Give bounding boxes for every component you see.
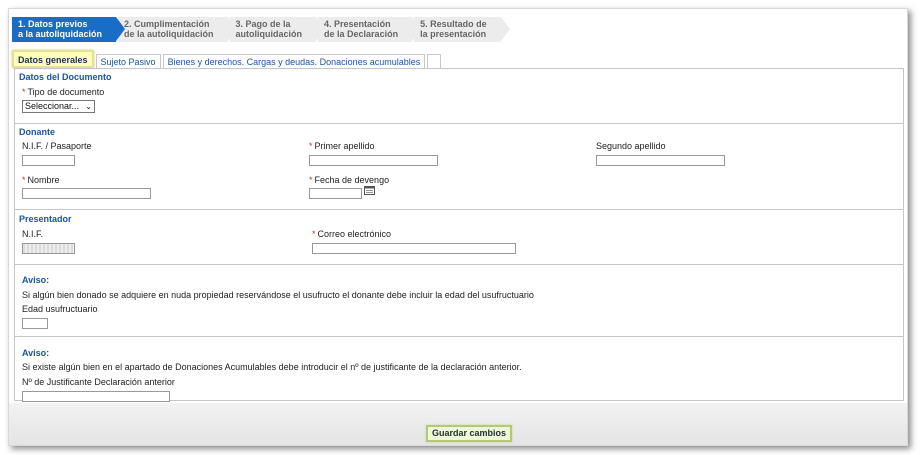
aviso-1-title: Aviso: <box>22 275 50 285</box>
step-5[interactable]: 5. Resultado de la presentación <box>414 17 510 42</box>
tipo-documento-select[interactable]: Seleccionar... ⌄ <box>22 100 95 113</box>
tipo-documento-text: Tipo de documento <box>27 87 105 97</box>
tab-bar: Datos generales Sujeto Pasivo Bienes y d… <box>12 50 443 68</box>
required-mark: * <box>312 229 316 239</box>
step-4-line1: 4. Presentación <box>324 19 391 29</box>
primer-apellido-label: * Primer apellido <box>309 141 375 151</box>
fecha-devengo-label: * Fecha de devengo <box>309 175 389 185</box>
fecha-devengo-text: Fecha de devengo <box>314 175 390 185</box>
form-area: Datos del Documento * Tipo de documento S… <box>14 68 904 402</box>
nombre-text: Nombre <box>27 175 60 185</box>
step-3-line1: 3. Pago de la <box>235 19 291 29</box>
section-title-donante: Donante <box>19 127 55 137</box>
correo-electronico-label: * Correo electrónico <box>312 229 391 239</box>
primer-apellido-input[interactable] <box>309 155 438 166</box>
aviso-1-text: Si algún bien donado se adquiere en nuda… <box>22 290 534 300</box>
aviso-2-title: Aviso: <box>22 348 50 358</box>
section-documento: Datos del Documento * Tipo de documento S… <box>15 69 903 124</box>
tipo-documento-value: Seleccionar... <box>25 101 80 111</box>
calendar-icon[interactable] <box>364 186 375 195</box>
required-mark: * <box>22 175 26 185</box>
nif-pasaporte-label: N.I.F. / Pasaporte <box>22 141 92 151</box>
required-mark: * <box>309 141 313 151</box>
step-1[interactable]: 1. Datos previos a la autoliquidación <box>12 17 126 42</box>
primer-apellido-text: Primer apellido <box>314 141 375 151</box>
edad-usufructuario-label: Edad usufructuario <box>22 304 98 314</box>
section-donante: Donante N.I.F. / Pasaporte * Primer apell… <box>15 124 903 210</box>
form-window: 1. Datos previos a la autoliquidación 2.… <box>8 8 908 446</box>
required-mark: * <box>22 87 26 97</box>
edad-usufructuario-input[interactable] <box>22 318 48 329</box>
step-2-line2: de la autoliquidación <box>124 29 214 39</box>
tab-sujeto-pasivo[interactable]: Sujeto Pasivo <box>95 54 161 68</box>
step-2-line1: 2. Cumplimentación <box>124 19 210 29</box>
step-4[interactable]: 4. Presentación de la Declaración <box>318 17 422 42</box>
correo-electronico-input[interactable] <box>312 243 516 254</box>
chevron-down-icon: ⌄ <box>85 102 92 111</box>
save-button[interactable]: Guardar cambios <box>426 425 513 442</box>
tipo-documento-label: * Tipo de documento <box>22 87 104 97</box>
wizard-steps: 1. Datos previos a la autoliquidación 2.… <box>12 17 510 42</box>
segundo-apellido-label: Segundo apellido <box>596 141 666 151</box>
section-title-presentador: Presentador <box>19 214 72 224</box>
aviso-2-text: Si existe algún bien en el apartado de D… <box>22 362 522 372</box>
section-aviso-usufructo: Aviso: Si algún bien donado se adquiere … <box>15 265 903 337</box>
step-5-line1: 5. Resultado de <box>420 19 487 29</box>
presentador-nif-label: N.I.F. <box>22 229 44 239</box>
justificante-input[interactable] <box>22 391 170 402</box>
tab-empty[interactable] <box>427 54 442 68</box>
step-4-line2: de la Declaración <box>324 29 399 39</box>
nombre-input[interactable] <box>22 188 151 199</box>
nombre-label: * Nombre <box>22 175 60 185</box>
step-1-line2: a la autoliquidación <box>18 29 103 39</box>
section-aviso-justificante: Aviso: Si existe algún bien en el aparta… <box>15 337 903 402</box>
fecha-devengo-input[interactable] <box>309 188 362 199</box>
step-1-line1: 1. Datos previos <box>18 19 88 29</box>
segundo-apellido-input[interactable] <box>596 155 725 166</box>
step-3[interactable]: 3. Pago de la autoliquidación <box>229 17 325 42</box>
required-mark: * <box>309 175 313 185</box>
step-2[interactable]: 2. Cumplimentación de la autoliquidación <box>118 17 237 42</box>
justificante-label: Nº de Justificante Declaración anterior <box>22 377 175 387</box>
step-5-line2: la presentación <box>420 29 487 39</box>
nif-pasaporte-input[interactable] <box>22 155 75 166</box>
section-presentador: Presentador N.I.F. * Correo electrónico <box>15 210 903 265</box>
section-title-documento: Datos del Documento <box>19 72 112 82</box>
tab-bienes-derechos[interactable]: Bienes y derechos. Cargas y deudas. Dona… <box>162 54 426 68</box>
presentador-nif-input[interactable] <box>22 243 75 254</box>
tab-datos-generales[interactable]: Datos generales <box>12 50 94 68</box>
step-3-line2: autoliquidación <box>235 29 303 39</box>
correo-electronico-text: Correo electrónico <box>317 229 392 239</box>
